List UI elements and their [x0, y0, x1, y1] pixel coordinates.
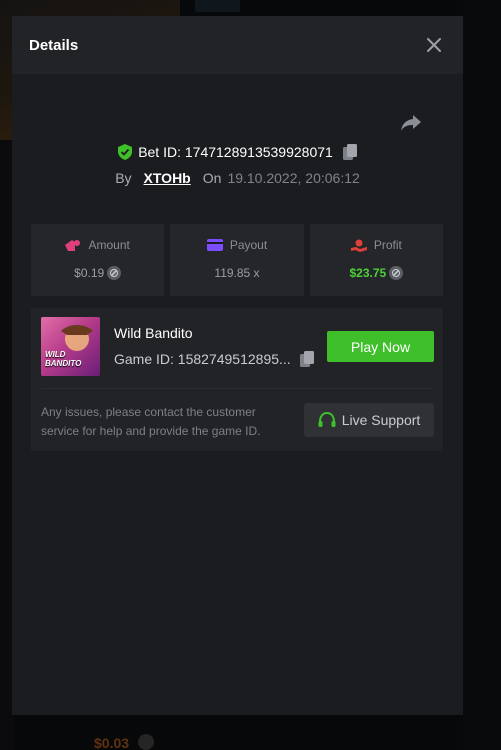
copy-icon — [299, 351, 314, 367]
copy-icon — [342, 144, 357, 160]
amount-icon — [65, 239, 81, 251]
stat-amount: Amount $0.19 — [31, 224, 165, 296]
bet-id: Bet ID: 1747128913539928071 — [138, 144, 333, 160]
profit-label: Profit — [373, 238, 402, 252]
game-card: WILD BANDITO Wild Bandito Game ID: 15827… — [31, 308, 443, 451]
bet-date: 19.10.2022, 20:06:12 — [227, 170, 360, 186]
game-id: Game ID: 1582749512895... — [114, 351, 291, 367]
game-name: Wild Bandito — [114, 325, 193, 341]
amount-label: Amount — [88, 238, 130, 252]
modal-header: Details — [12, 16, 463, 74]
stat-profit: Profit $23.75 — [309, 224, 443, 296]
stat-profit-header: Profit — [350, 238, 402, 252]
headset-icon — [318, 412, 336, 427]
by-label: By — [115, 170, 132, 186]
profit-hand-icon — [350, 239, 367, 252]
support-help-text: Any issues, please contact the customer … — [41, 405, 261, 438]
amount-value-row: $0.19 — [74, 266, 122, 280]
payout-value-row: 119.85 x — [214, 266, 259, 280]
verified-shield-icon — [118, 144, 133, 160]
copy-bet-id-button[interactable] — [342, 144, 357, 160]
share-arrow-icon — [401, 115, 421, 131]
payout-label: Payout — [229, 238, 268, 252]
amount-value: $0.19 — [74, 266, 105, 280]
live-support-button[interactable]: Live Support — [304, 403, 434, 437]
divider — [41, 388, 433, 389]
bet-details-modal: Details Bet ID: 1747128913539928071 By X… — [12, 16, 463, 715]
on-label: On — [202, 170, 222, 186]
payout-value: 119.85 x — [214, 266, 260, 280]
copy-game-id-button[interactable] — [299, 351, 314, 367]
live-support-label: Live Support — [341, 412, 421, 428]
share-button[interactable] — [400, 114, 424, 134]
game-id-row: Game ID: 1582749512895... — [114, 351, 314, 367]
coin-icon — [389, 266, 404, 280]
game-thumbnail[interactable]: WILD BANDITO — [41, 317, 100, 376]
bet-id-row: Bet ID: 1747128913539928071 — [12, 144, 463, 160]
modal-title: Details — [29, 36, 79, 54]
bet-stats: Amount $0.19 Payout 119.85 x Profit $23.… — [31, 224, 443, 296]
coin-icon — [107, 266, 122, 280]
profit-value-row: $23.75 — [349, 266, 404, 280]
stat-payout: Payout 119.85 x — [170, 224, 304, 296]
bet-meta-row: By XTOHb On 19.10.2022, 20:06:12 — [12, 170, 463, 186]
stat-amount-header: Amount — [65, 238, 130, 252]
play-now-button[interactable]: Play Now — [327, 331, 434, 362]
payout-card-icon — [206, 239, 223, 251]
close-button[interactable] — [422, 33, 446, 57]
username-link[interactable]: XTOHb — [144, 170, 191, 186]
game-thumbnail-label: WILD BANDITO — [45, 350, 82, 368]
stat-payout-header: Payout — [206, 238, 268, 252]
close-icon — [427, 38, 441, 52]
profit-value: $23.75 — [349, 266, 387, 280]
